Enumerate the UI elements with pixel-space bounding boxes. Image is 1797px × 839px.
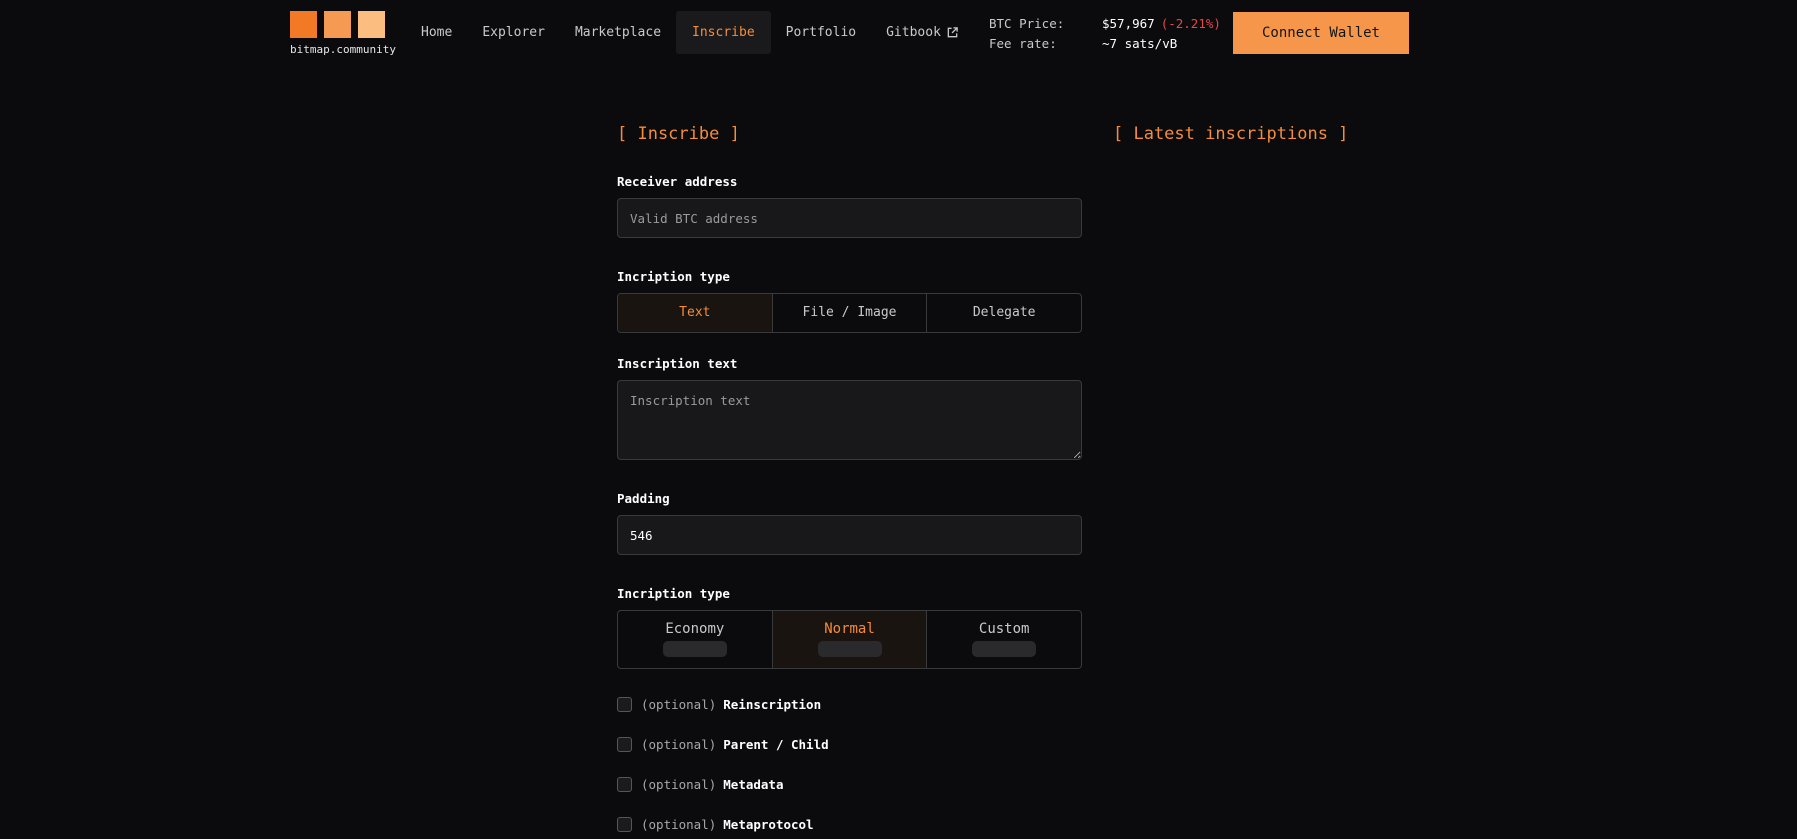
- optional-item-label: Parent / Child: [723, 737, 829, 752]
- latest-inscriptions-title: [ Latest inscriptions ]: [1113, 124, 1349, 144]
- external-link-icon: [947, 27, 958, 38]
- receiver-address-input[interactable]: [617, 198, 1082, 238]
- fee-value-placeholder: [972, 641, 1037, 657]
- metadata-checkbox[interactable]: [617, 777, 632, 792]
- logo-square-1: [290, 11, 317, 38]
- fee-option-custom[interactable]: Custom: [927, 611, 1081, 668]
- optional-tag: (optional): [641, 697, 717, 712]
- fee-type-label: Incription type: [617, 586, 730, 601]
- fee-rate-value: ~7 sats/vB: [1102, 36, 1178, 51]
- inscribe-form: [ Inscribe ] Receiver address Incription…: [617, 124, 1082, 669]
- nav-item-portfolio[interactable]: Portfolio: [771, 11, 871, 54]
- optional-metaprotocol-row[interactable]: (optional) Metaprotocol: [617, 817, 814, 832]
- optional-tag: (optional): [641, 737, 717, 752]
- fee-option-label: Economy: [665, 621, 725, 637]
- logo-text: bitmap.community: [290, 43, 396, 56]
- optional-reinscription-row[interactable]: (optional) Reinscription: [617, 697, 821, 712]
- btc-price-value: $57,967: [1102, 16, 1155, 31]
- inscription-text-label: Inscription text: [617, 356, 738, 371]
- logo-squares: [290, 11, 386, 38]
- nav-item-label: Explorer: [482, 25, 545, 40]
- nav-item-gitbook[interactable]: Gitbook: [871, 11, 974, 54]
- optional-item-label: Metadata: [723, 777, 784, 792]
- connect-wallet-button[interactable]: Connect Wallet: [1233, 12, 1409, 54]
- logo-square-3: [358, 11, 385, 38]
- site-logo[interactable]: bitmap.community: [290, 11, 396, 56]
- btc-price-label: BTC Price:: [989, 16, 1065, 31]
- optional-metadata-row[interactable]: (optional) Metadata: [617, 777, 783, 792]
- inscription-type-selector: Text File / Image Delegate: [617, 293, 1082, 333]
- metaprotocol-checkbox[interactable]: [617, 817, 632, 832]
- nav-item-explorer[interactable]: Explorer: [467, 11, 560, 54]
- fee-type-selector: Economy Normal Custom: [617, 610, 1082, 669]
- nav-item-label: Gitbook: [886, 25, 941, 40]
- fee-option-economy[interactable]: Economy: [618, 611, 773, 668]
- fee-option-label: Custom: [978, 621, 1030, 637]
- fee-option-normal[interactable]: Normal: [772, 611, 928, 668]
- optional-item-label: Metaprotocol: [723, 817, 814, 832]
- fee-rate-row: Fee rate: ~7 sats/vB: [989, 34, 1221, 54]
- type-option-file-image[interactable]: File / Image: [773, 294, 928, 332]
- fee-rate-label: Fee rate:: [989, 36, 1057, 51]
- nav-item-label: Inscribe: [692, 25, 755, 40]
- optional-tag: (optional): [641, 817, 717, 832]
- type-option-text[interactable]: Text: [618, 294, 773, 332]
- fee-value-placeholder: [817, 641, 882, 657]
- btc-price-change: (-2.21%): [1160, 16, 1221, 31]
- reinscription-checkbox[interactable]: [617, 697, 632, 712]
- nav-item-marketplace[interactable]: Marketplace: [560, 11, 676, 54]
- padding-input[interactable]: [617, 515, 1082, 555]
- nav-item-label: Home: [421, 25, 453, 40]
- inscription-text-input[interactable]: [617, 380, 1082, 460]
- inscription-type-label: Incription type: [617, 269, 730, 284]
- main-nav: Home Explorer Marketplace Inscribe Portf…: [406, 11, 974, 54]
- type-option-delegate[interactable]: Delegate: [927, 294, 1081, 332]
- inscribe-title: [ Inscribe ]: [617, 124, 740, 144]
- parent-child-checkbox[interactable]: [617, 737, 632, 752]
- fee-option-label: Normal: [824, 621, 875, 637]
- fee-value-placeholder: [662, 641, 727, 657]
- optional-parent-child-row[interactable]: (optional) Parent / Child: [617, 737, 829, 752]
- padding-label: Padding: [617, 491, 670, 506]
- nav-item-label: Marketplace: [574, 25, 662, 40]
- optional-item-label: Reinscription: [723, 697, 822, 712]
- nav-item-home[interactable]: Home: [406, 11, 467, 54]
- receiver-address-label: Receiver address: [617, 174, 738, 189]
- top-nav-bar: bitmap.community Home Explorer Marketpla…: [0, 0, 1797, 66]
- nav-item-inscribe[interactable]: Inscribe: [676, 11, 771, 54]
- nav-item-label: Portfolio: [785, 25, 857, 40]
- optional-tag: (optional): [641, 777, 717, 792]
- logo-square-2: [324, 11, 351, 38]
- market-stats: BTC Price: $57,967 (-2.21%) Fee rate: ~7…: [989, 14, 1221, 54]
- btc-price-row: BTC Price: $57,967 (-2.21%): [989, 14, 1221, 34]
